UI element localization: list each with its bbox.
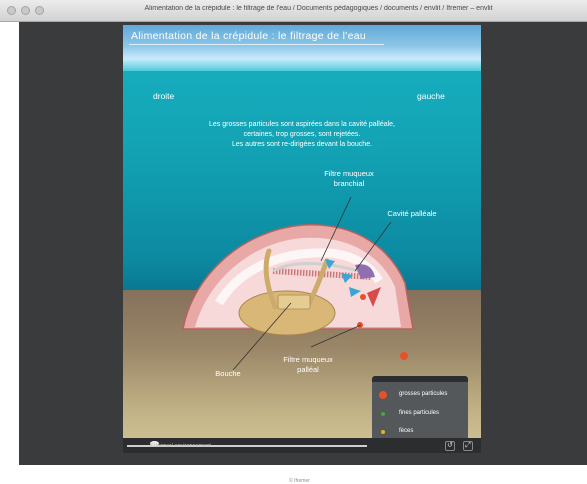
legend-label: fines particules bbox=[399, 410, 440, 416]
legend-item: grosses particules bbox=[372, 390, 468, 402]
label-line: Filtre muqueux bbox=[283, 355, 333, 364]
large-particle bbox=[400, 352, 408, 360]
head-block bbox=[277, 294, 311, 310]
label-line: Filtre muqueux bbox=[324, 169, 374, 178]
window-title: Alimentation de la crépidule : le filtra… bbox=[144, 5, 493, 12]
large-particle bbox=[357, 322, 363, 328]
animation-frame[interactable]: Alimentation de la crépidule : le filtra… bbox=[123, 25, 481, 453]
replay-button[interactable]: ↺ bbox=[445, 441, 455, 451]
label-branchial-filter: Filtre muqueux branchial bbox=[307, 169, 391, 189]
page-footer: © Ifremer bbox=[289, 478, 310, 484]
fullscreen-button[interactable]: ⤢ bbox=[463, 441, 473, 451]
large-particle bbox=[360, 294, 366, 300]
fullscreen-icon: ⤢ bbox=[465, 442, 471, 449]
zoom-button[interactable] bbox=[35, 6, 44, 15]
legend-label: fèces bbox=[399, 428, 414, 434]
label-mouth: Bouche bbox=[215, 369, 241, 378]
label-pallial-cavity: Cavité palléale bbox=[387, 209, 437, 218]
label-line: branchial bbox=[333, 179, 365, 188]
replay-icon: ↺ bbox=[447, 442, 453, 449]
legend-item: fines particules bbox=[372, 409, 468, 421]
legend: grosses particules fines particules fèce… bbox=[372, 376, 468, 440]
label-pallial-filter: Filtre muqueux palléal bbox=[267, 355, 349, 375]
window-titlebar: Alimentation de la crépidule : le filtra… bbox=[0, 0, 587, 22]
close-button[interactable] bbox=[7, 6, 16, 15]
label-line: palléal bbox=[297, 365, 319, 374]
fine-particle-icon bbox=[381, 412, 385, 416]
page-background: Alimentation de la crépidule : le filtra… bbox=[19, 22, 587, 484]
feces-icon bbox=[381, 430, 385, 434]
legend-label: grosses particules bbox=[399, 391, 448, 397]
credit-text: ©Ifremer/ environnement bbox=[150, 443, 211, 449]
large-particle-icon bbox=[379, 391, 387, 399]
player-controls: ©Ifremer/ environnement ↺ ⤢ bbox=[123, 438, 481, 453]
minimize-button[interactable] bbox=[21, 6, 30, 15]
